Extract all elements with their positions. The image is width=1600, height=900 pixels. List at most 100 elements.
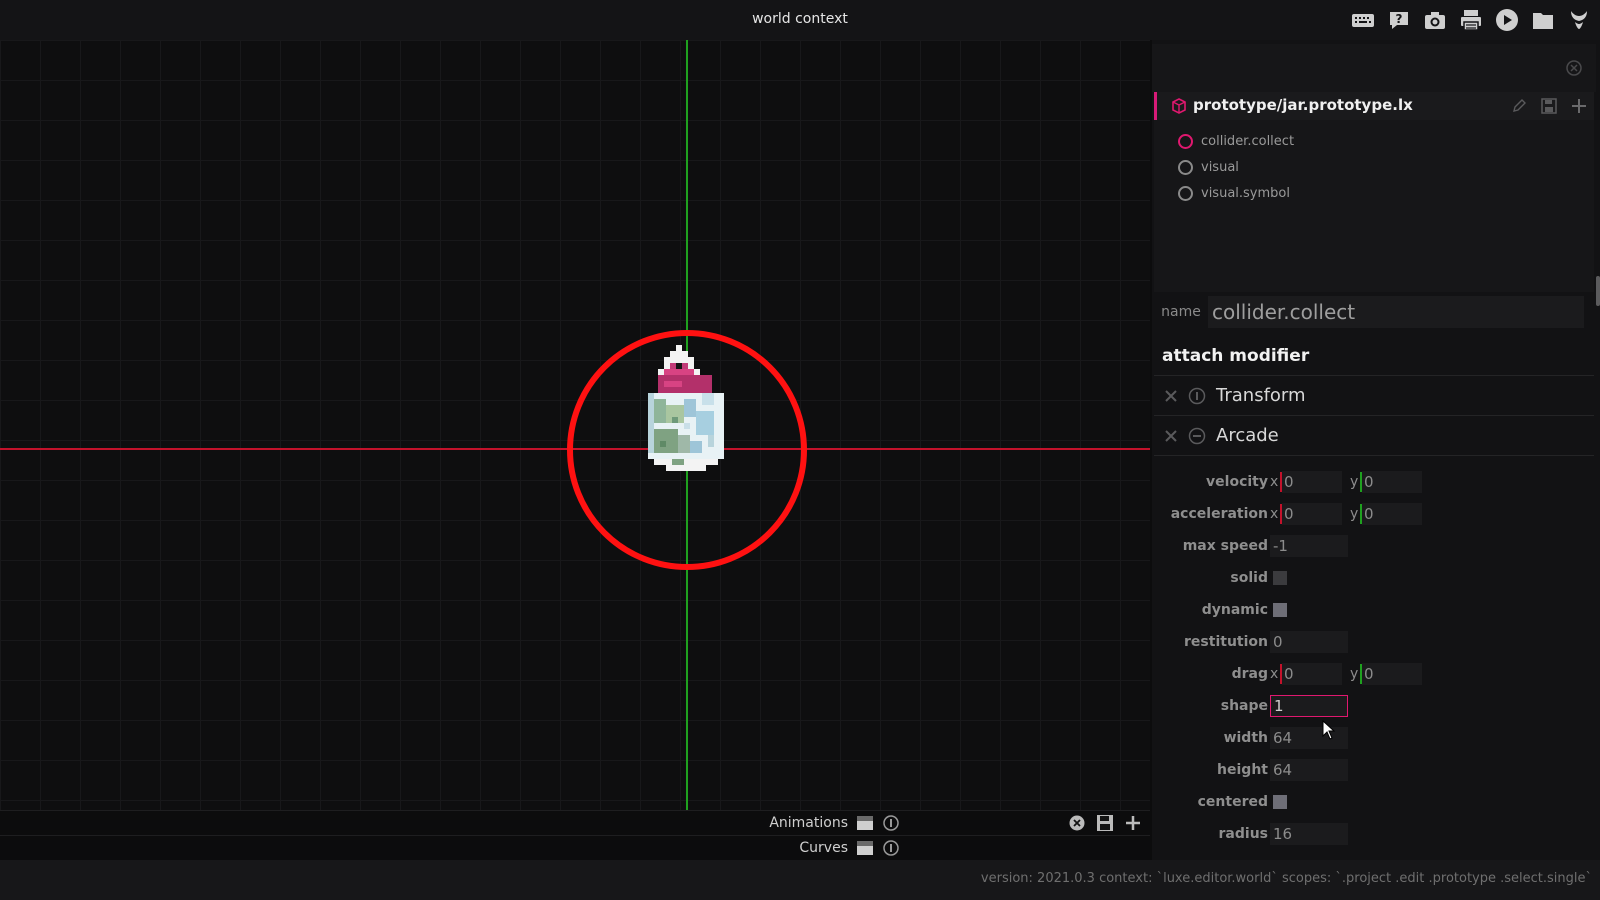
clear-icon[interactable]: [1068, 814, 1086, 832]
velocity-x-input[interactable]: 0: [1282, 471, 1342, 493]
acceleration-x-input[interactable]: 0: [1282, 503, 1342, 525]
name-input[interactable]: [1208, 296, 1584, 328]
drag-x-input[interactable]: 0: [1282, 663, 1342, 685]
prop-label: shape: [1220, 698, 1268, 714]
svg-text:?: ?: [1396, 12, 1403, 26]
status-text: version: 2021.0.3 context: `luxe.editor.…: [980, 871, 1592, 886]
printer-icon[interactable]: [1458, 7, 1484, 33]
centered-checkbox[interactable]: [1273, 795, 1287, 809]
world-viewport[interactable]: [0, 40, 1150, 810]
axis-x-label: x: [1270, 666, 1279, 682]
prop-dynamic: dynamic: [1154, 594, 1594, 626]
axis-x-label: x: [1270, 474, 1279, 490]
camera-icon[interactable]: [1422, 7, 1448, 33]
add-icon[interactable]: [1570, 97, 1588, 115]
vector-field: x0 y0: [1270, 471, 1422, 493]
prop-label: radius: [1218, 826, 1268, 842]
folder-icon[interactable]: [1530, 7, 1556, 33]
axis-y-label: y: [1350, 474, 1359, 490]
prototype-box: prototype/jar.prototype.lx collider.coll…: [1154, 92, 1594, 292]
axis-y-label: y: [1350, 666, 1359, 682]
name-label: name: [1161, 304, 1201, 320]
component-item-visual-symbol[interactable]: visual.symbol: [1178, 180, 1294, 206]
panel-toggle-icon[interactable]: [856, 814, 874, 832]
toolbar: ?: [1350, 6, 1592, 34]
panel-header: [1152, 44, 1596, 92]
radio-icon: [1178, 133, 1193, 149]
attach-modifier-button[interactable]: attach modifier: [1154, 336, 1594, 376]
prop-label: max speed: [1182, 538, 1268, 554]
prop-label: centered: [1197, 794, 1268, 810]
velocity-y-input[interactable]: 0: [1362, 471, 1422, 493]
component-item-collider-collect[interactable]: collider.collect: [1178, 128, 1294, 154]
component-label: visual.symbol: [1201, 185, 1290, 201]
prop-acceleration: acceleration x0 y0: [1154, 498, 1594, 530]
curves-row: Curves: [0, 835, 1150, 859]
solid-checkbox[interactable]: [1273, 571, 1287, 585]
vector-field: x0 y0: [1270, 503, 1422, 525]
edit-icon[interactable]: [1510, 97, 1528, 115]
modifier-label: Arcade: [1216, 425, 1279, 446]
axis-y-label: y: [1350, 506, 1359, 522]
prop-solid: solid: [1154, 562, 1594, 594]
remove-icon[interactable]: [1164, 429, 1180, 443]
axis-x-label: x: [1270, 506, 1279, 522]
panel-scrollbar[interactable]: [1596, 276, 1600, 306]
prop-max-speed: max speed -1: [1154, 530, 1594, 562]
radius-input[interactable]: 16: [1270, 823, 1348, 845]
prop-label: acceleration: [1170, 506, 1268, 522]
logo-icon[interactable]: [1566, 7, 1592, 33]
help-icon[interactable]: ?: [1386, 7, 1412, 33]
info-icon[interactable]: [882, 814, 900, 832]
restitution-input[interactable]: 0: [1270, 631, 1348, 653]
prop-label: solid: [1230, 570, 1268, 586]
max-speed-input[interactable]: -1: [1270, 535, 1348, 557]
radio-icon: [1178, 185, 1193, 201]
modifier-transform[interactable]: Transform: [1154, 376, 1594, 416]
prop-label: height: [1217, 762, 1268, 778]
toggle-icon[interactable]: [1188, 387, 1206, 405]
animations-label: Animations: [769, 814, 848, 831]
prototype-header[interactable]: prototype/jar.prototype.lx: [1154, 92, 1594, 120]
toggle-icon[interactable]: [1188, 427, 1206, 445]
prop-label: dynamic: [1201, 602, 1268, 618]
panel-toggle-icon[interactable]: [856, 839, 874, 857]
height-input[interactable]: 64: [1270, 759, 1348, 781]
prop-label: velocity: [1206, 474, 1268, 490]
component-label: collider.collect: [1201, 133, 1295, 149]
width-input[interactable]: 64: [1270, 727, 1348, 749]
save-icon[interactable]: [1540, 97, 1558, 115]
component-item-visual[interactable]: visual: [1178, 154, 1294, 180]
prop-height: height 64: [1154, 754, 1594, 786]
modifier-arcade[interactable]: Arcade: [1154, 416, 1594, 456]
vector-field: x0 y0: [1270, 663, 1422, 685]
name-row: name: [1154, 292, 1594, 332]
prop-centered: centered: [1154, 786, 1594, 818]
play-icon[interactable]: [1494, 7, 1520, 33]
prop-label: width: [1223, 730, 1268, 746]
arcade-properties: velocity x0 y0 acceleration x0 y0 max sp…: [1154, 466, 1594, 850]
remove-icon[interactable]: [1164, 389, 1180, 403]
info-icon[interactable]: [882, 839, 900, 857]
prop-label: restitution: [1184, 634, 1268, 650]
component-label: visual: [1201, 159, 1239, 175]
save-icon[interactable]: [1096, 814, 1114, 832]
close-icon[interactable]: [1566, 60, 1582, 76]
modifier-label: Transform: [1216, 385, 1306, 406]
prop-label: drag: [1231, 666, 1268, 682]
curves-label: Curves: [799, 839, 848, 856]
prop-restitution: restitution 0: [1154, 626, 1594, 658]
drag-y-input[interactable]: 0: [1362, 663, 1422, 685]
component-list: collider.collect visual visual.symbol: [1178, 128, 1294, 206]
prop-width: width 64: [1154, 722, 1594, 754]
acceleration-y-input[interactable]: 0: [1362, 503, 1422, 525]
add-icon[interactable]: [1124, 814, 1142, 832]
keyboard-icon[interactable]: [1350, 7, 1376, 33]
prop-velocity: velocity x0 y0: [1154, 466, 1594, 498]
radio-icon: [1178, 159, 1193, 175]
dynamic-checkbox[interactable]: [1273, 603, 1287, 617]
shape-input[interactable]: 1: [1270, 695, 1348, 717]
jar-sprite[interactable]: [648, 345, 728, 505]
prototype-actions: [1510, 97, 1588, 115]
title-bar: world context ?: [0, 0, 1600, 40]
